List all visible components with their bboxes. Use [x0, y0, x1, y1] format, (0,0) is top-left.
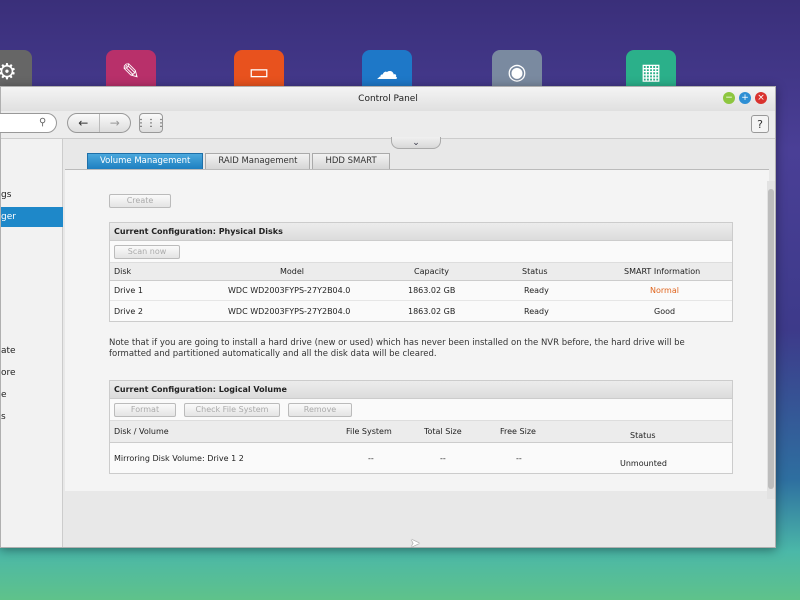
install-note: Note that if you are going to install a …: [109, 338, 685, 359]
search-input[interactable]: [0, 113, 57, 133]
scan-now-button[interactable]: Scan now: [114, 245, 180, 259]
tab-hdd-smart[interactable]: HDD SMART: [312, 153, 390, 169]
col-file-system: File System: [346, 427, 392, 436]
volume-total-size: --: [440, 453, 446, 463]
sidebar-item-3[interactable]: ate: [1, 341, 63, 361]
control-panel-window: Control Panel − + × ⚲ ← → ⋮⋮⋮ ? ⌄ gs ger…: [0, 86, 776, 548]
disk-status: Ready: [524, 306, 549, 316]
logical-volume-panel: Current Configuration: Logical Volume Fo…: [109, 380, 733, 474]
table-row[interactable]: Mirroring Disk Volume: Drive 1 2 -- -- -…: [110, 443, 732, 473]
vertical-scrollbar[interactable]: [767, 181, 775, 499]
physical-disks-panel: Current Configuration: Physical Disks Sc…: [109, 222, 733, 322]
title-bar: Control Panel − + ×: [1, 87, 775, 111]
toolbar: ⚲ ← → ⋮⋮⋮ ?: [0, 111, 775, 139]
help-button[interactable]: ?: [751, 115, 769, 133]
apps-grid-button[interactable]: ⋮⋮⋮: [136, 113, 166, 133]
col-status: Status: [522, 267, 548, 276]
col-disk-volume: Disk / Volume: [114, 427, 169, 436]
col-total-size: Total Size: [424, 427, 462, 436]
physical-disks-header: Disk Model Capacity Status SMART Informa…: [110, 263, 732, 281]
smart-status-badge: Good: [654, 306, 676, 316]
forward-button[interactable]: →: [98, 114, 131, 132]
sidebar-item-2[interactable]: ger: [1, 207, 63, 227]
col-capacity: Capacity: [414, 267, 449, 276]
minimize-icon[interactable]: −: [723, 92, 735, 104]
physical-disks-title: Current Configuration: Physical Disks: [110, 223, 732, 241]
col-model: Model: [280, 267, 305, 276]
nav-buttons: ← →: [67, 113, 131, 133]
search-icon[interactable]: ⚲: [39, 117, 46, 128]
disk-capacity: 1863.02 GB: [408, 286, 456, 295]
remove-button[interactable]: Remove: [288, 403, 352, 417]
sidebar-item-5[interactable]: e: [1, 385, 63, 405]
disk-status: Ready: [524, 286, 549, 295]
logical-volume-header: Disk / Volume File System Total Size Fre…: [110, 421, 732, 443]
volume-name: Mirroring Disk Volume: Drive 1 2: [114, 453, 244, 463]
sidebar-item-1[interactable]: gs: [1, 185, 63, 205]
col-disk: Disk: [114, 267, 132, 276]
close-icon[interactable]: ×: [755, 92, 767, 104]
sidebar: gs ger ate ore e s: [1, 139, 63, 547]
volume-free-size: --: [516, 453, 522, 463]
mouse-cursor-icon: ➤: [410, 536, 421, 550]
volume-status-badge: Unmounted: [620, 458, 667, 468]
disk-model: WDC WD2003FYPS-27Y2B04.0: [228, 286, 351, 295]
volume-file-system: --: [368, 453, 374, 463]
table-row[interactable]: Drive 1 WDC WD2003FYPS-27Y2B04.0 1863.02…: [110, 281, 732, 301]
create-button[interactable]: Create: [109, 194, 171, 208]
window-title: Control Panel: [358, 94, 418, 104]
disk-model: WDC WD2003FYPS-27Y2B04.0: [228, 306, 351, 316]
volume-management-content: Create Current Configuration: Physical D…: [65, 169, 769, 491]
col-free-size: Free Size: [500, 427, 536, 436]
scrollbar-thumb[interactable]: [768, 189, 774, 489]
tab-bar: Volume Management RAID Management HDD SM…: [87, 153, 390, 169]
tab-volume-management[interactable]: Volume Management: [87, 153, 204, 169]
collapse-chevron-icon[interactable]: ⌄: [391, 137, 441, 149]
back-button[interactable]: ←: [68, 114, 99, 132]
sidebar-item-6[interactable]: s: [1, 407, 63, 427]
logical-volume-title: Current Configuration: Logical Volume: [110, 381, 732, 399]
check-file-system-button[interactable]: Check File System: [184, 403, 280, 417]
smart-status-badge: Normal: [650, 286, 679, 295]
disk-name: Drive 2: [114, 306, 143, 316]
table-row[interactable]: Drive 2 WDC WD2003FYPS-27Y2B04.0 1863.02…: [110, 301, 732, 321]
sidebar-item-4[interactable]: ore: [1, 363, 63, 383]
disk-capacity: 1863.02 GB: [408, 306, 456, 316]
maximize-icon[interactable]: +: [739, 92, 751, 104]
col-smart: SMART Information: [624, 267, 701, 276]
format-button[interactable]: Format: [114, 403, 176, 417]
disk-name: Drive 1: [114, 286, 143, 295]
tab-raid-management[interactable]: RAID Management: [205, 153, 311, 169]
